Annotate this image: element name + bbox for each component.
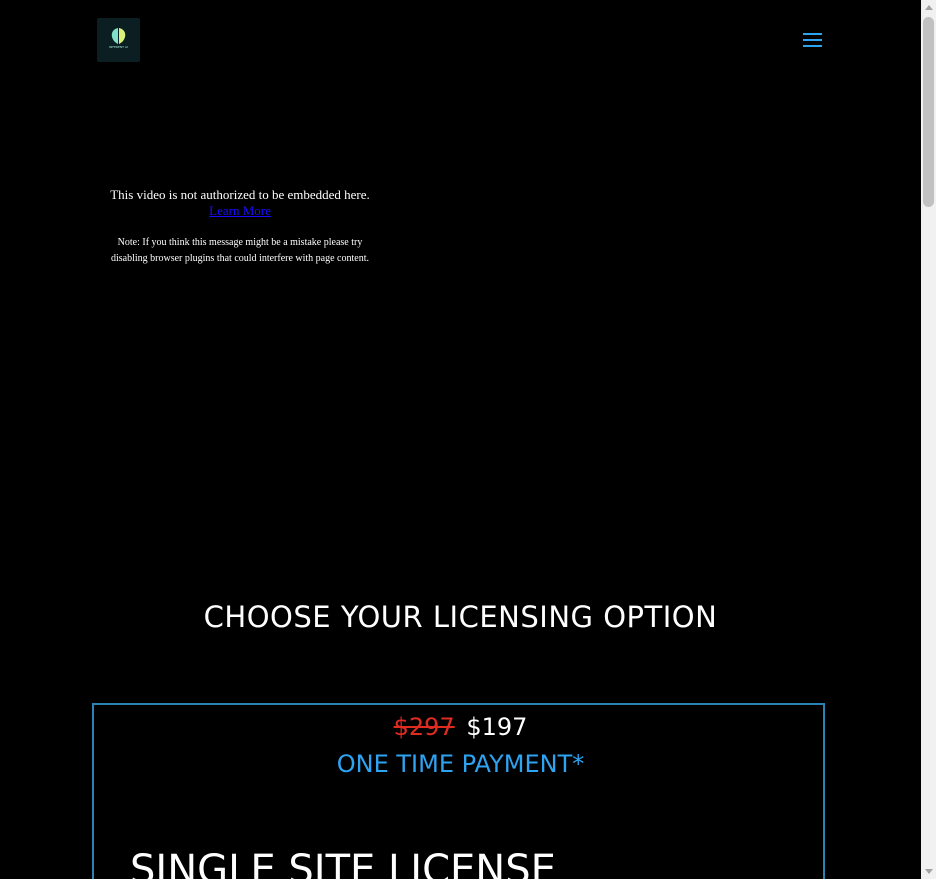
video-error-note: Note: If you think this message might be…: [111, 237, 369, 264]
site-logo[interactable]: INFERENT AI: [97, 18, 140, 62]
license-title: SINGLE SITE LICENSE: [130, 847, 556, 879]
video-error-message: This video is not authorized to be embed…: [110, 187, 370, 219]
payment-type: ONE TIME PAYMENT*: [336, 750, 585, 778]
scroll-up-icon[interactable]: [925, 5, 933, 10]
price-line: $297 $197: [0, 707, 921, 747]
licensing-heading: CHOOSE YOUR LICENSING OPTION: [203, 600, 718, 634]
video-error-text: This video is not authorized to be embed…: [110, 187, 370, 202]
scroll-down-icon[interactable]: [925, 869, 933, 874]
scrollbar-thumb[interactable]: [923, 17, 934, 207]
logo-text: INFERENT AI: [109, 45, 128, 49]
new-price: $197: [466, 713, 528, 741]
brain-leaf-logo-icon: [111, 28, 126, 44]
learn-more-link[interactable]: Learn More: [209, 203, 271, 218]
hamburger-menu-icon[interactable]: [801, 30, 825, 50]
embedded-video-frame: [94, 90, 384, 530]
old-price: $297: [393, 713, 455, 741]
vertical-scrollbar[interactable]: [921, 0, 936, 879]
